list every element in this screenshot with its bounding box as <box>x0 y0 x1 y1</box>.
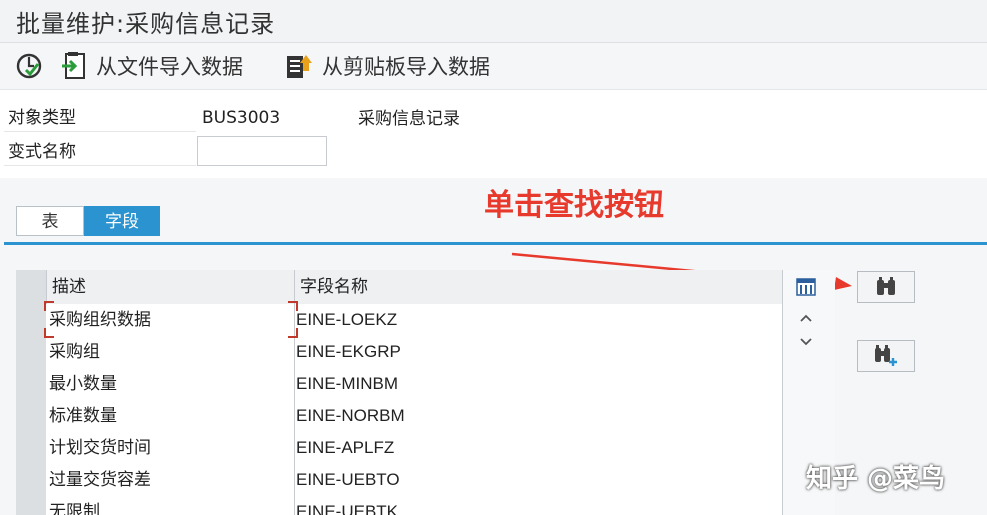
focus-marker <box>288 328 298 338</box>
find-next-binoculars-icon <box>875 345 897 366</box>
table-row[interactable]: 计划交货时间 EINE-APLFZ <box>46 432 782 465</box>
row-field-name: EINE-EKGRP <box>296 342 401 361</box>
row-description: 采购组 <box>49 342 100 362</box>
import-file-button[interactable]: 从文件导入数据 <box>60 49 243 83</box>
row-field-name: EINE-NORBM <box>296 406 405 425</box>
execute-button[interactable] <box>14 49 44 83</box>
import-file-label: 从文件导入数据 <box>96 55 243 79</box>
row-description: 过量交货容差 <box>49 470 151 490</box>
clipboard-icon <box>287 55 312 78</box>
table-row[interactable]: 最小数量 EINE-MINBM <box>46 368 782 401</box>
field-grid: 描述 字段名称 采购组织数据 EINE-LOEKZ 采购组 EINE-EKGRP… <box>16 270 835 515</box>
window-title: 批量维护:采购信息记录 <box>16 10 276 38</box>
scroll-down-button[interactable] <box>795 331 817 353</box>
find-button[interactable] <box>857 271 915 303</box>
table-row[interactable]: 无限制 EINE-UEBTK <box>46 496 782 515</box>
find-next-button[interactable] <box>857 340 915 372</box>
row-field-name: EINE-UEBTO <box>296 470 400 489</box>
table-row[interactable]: 标准数量 EINE-NORBM <box>46 400 782 433</box>
grid-header: 描述 字段名称 <box>16 270 782 305</box>
row-description: 采购组织数据 <box>49 310 151 330</box>
variant-name-input[interactable] <box>197 136 327 166</box>
focus-marker <box>288 301 298 311</box>
tab-table[interactable]: 表 <box>16 206 84 236</box>
row-selector-column[interactable] <box>16 270 47 515</box>
row-description: 最小数量 <box>49 374 117 394</box>
find-binoculars-icon <box>877 277 895 295</box>
scroll-down-icon <box>800 338 812 346</box>
annotation-text: 单击查找按钮 <box>484 188 664 223</box>
scroll-up-icon <box>800 314 812 322</box>
column-settings-icon <box>796 278 816 296</box>
import-clipboard-button[interactable]: 从剪贴板导入数据 <box>284 49 490 83</box>
focus-marker <box>44 328 54 338</box>
tab-underline <box>4 242 987 245</box>
row-field-name: EINE-APLFZ <box>296 438 395 457</box>
row-field-name: EINE-LOEKZ <box>296 310 398 329</box>
focus-marker <box>44 301 54 311</box>
column-header-description[interactable]: 描述 <box>46 270 294 304</box>
object-type-label: 对象类型 <box>4 104 196 132</box>
tab-fields[interactable]: 字段 <box>84 206 160 236</box>
scroll-up-button[interactable] <box>795 307 817 329</box>
row-description: 无限制 <box>49 502 100 515</box>
variant-name-label: 变式名称 <box>4 138 196 166</box>
title-bar: 批量维护:采购信息记录 <box>0 0 987 43</box>
toolbar: 从文件导入数据 从剪贴板导入数据 <box>0 43 987 90</box>
row-description: 标准数量 <box>49 406 117 426</box>
row-field-name: EINE-UEBTK <box>296 502 399 515</box>
import-file-icon <box>62 52 85 79</box>
row-field-name: EINE-MINBM <box>296 374 398 393</box>
watermark: 知乎 @菜鸟 <box>806 464 946 494</box>
table-row[interactable]: 过量交货容差 EINE-UEBTO <box>46 464 782 497</box>
tab-strip: 表 字段 <box>16 206 160 238</box>
column-settings-button[interactable] <box>795 276 817 298</box>
object-type-description: 采购信息记录 <box>358 109 460 129</box>
import-clipboard-label: 从剪贴板导入数据 <box>322 55 490 79</box>
row-description: 计划交货时间 <box>49 438 151 458</box>
table-row[interactable]: 采购组 EINE-EKGRP <box>46 336 782 369</box>
table-row[interactable]: 采购组织数据 EINE-LOEKZ <box>46 304 782 337</box>
execute-check-icon <box>16 53 42 79</box>
object-type-value: BUS3003 <box>202 108 281 128</box>
column-header-field-name[interactable]: 字段名称 <box>294 270 782 304</box>
